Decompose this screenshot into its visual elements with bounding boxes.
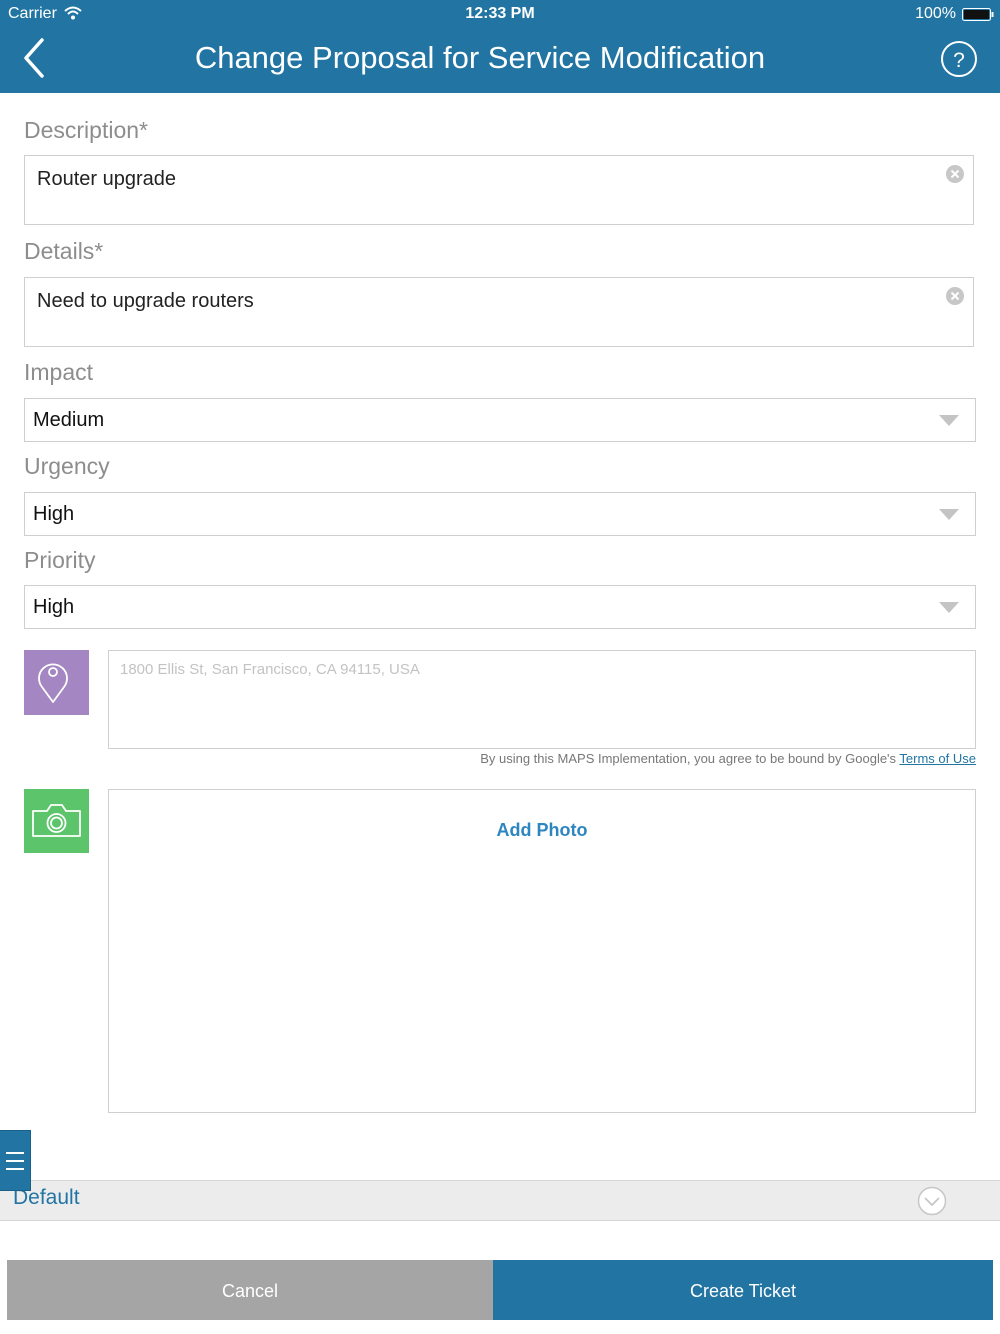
page-title: Change Proposal for Service Modification [194, 40, 766, 75]
dropdown-arrow-icon [939, 602, 959, 613]
dropdown-arrow-icon [939, 415, 959, 426]
chevron-down-circle-icon[interactable] [917, 1186, 947, 1216]
details-field[interactable]: Need to upgrade routers [24, 277, 974, 347]
help-button[interactable]: ? [940, 40, 978, 78]
svg-text:?: ? [953, 49, 965, 72]
photo-area[interactable]: Add Photo [108, 789, 976, 1113]
priority-label: Priority [24, 547, 96, 573]
battery-icon [962, 8, 994, 21]
map-pin-icon [38, 663, 68, 703]
urgency-label: Urgency [24, 453, 110, 479]
status-time: 12:33 PM [465, 5, 535, 22]
add-photo-button[interactable]: Add Photo [109, 820, 975, 841]
camera-icon [32, 804, 81, 837]
urgency-select[interactable]: High [24, 492, 976, 536]
clear-icon[interactable] [945, 286, 965, 306]
impact-select[interactable]: Medium [24, 398, 976, 442]
dropdown-arrow-icon [939, 509, 959, 520]
location-input[interactable]: 1800 Ellis St, San Francisco, CA 94115, … [108, 650, 976, 749]
status-bar: Carrier 12:33 PM 100% [0, 0, 1000, 28]
create-ticket-button[interactable]: Create Ticket [493, 1260, 993, 1320]
app-header: Carrier 12:33 PM 100% Change Proposal fo… [0, 0, 1000, 93]
clear-icon[interactable] [945, 164, 965, 184]
description-field[interactable]: Router upgrade [24, 155, 974, 225]
description-label: Description* [24, 117, 148, 143]
battery-percent: 100% [915, 5, 956, 22]
hamburger-menu-icon[interactable] [0, 1130, 31, 1191]
location-placeholder: 1800 Ellis St, San Francisco, CA 94115, … [120, 661, 420, 678]
urgency-value: High [33, 503, 75, 525]
terms-of-use-link[interactable]: Terms of Use [899, 751, 976, 766]
impact-label: Impact [24, 359, 94, 385]
location-tile[interactable] [24, 650, 89, 715]
maps-notice: By using this MAPS Implementation, you a… [480, 751, 976, 766]
camera-tile[interactable] [24, 789, 89, 853]
description-value: Router upgrade [37, 168, 176, 190]
impact-value: Medium [33, 409, 105, 431]
details-label: Details* [24, 238, 104, 264]
priority-select[interactable]: High [24, 585, 976, 629]
priority-value: High [33, 596, 75, 618]
maps-notice-text: By using this MAPS Implementation, you a… [480, 751, 900, 766]
default-section-bar[interactable]: Default [0, 1180, 1000, 1221]
cancel-button[interactable]: Cancel [7, 1260, 493, 1320]
details-value: Need to upgrade routers [37, 290, 254, 312]
